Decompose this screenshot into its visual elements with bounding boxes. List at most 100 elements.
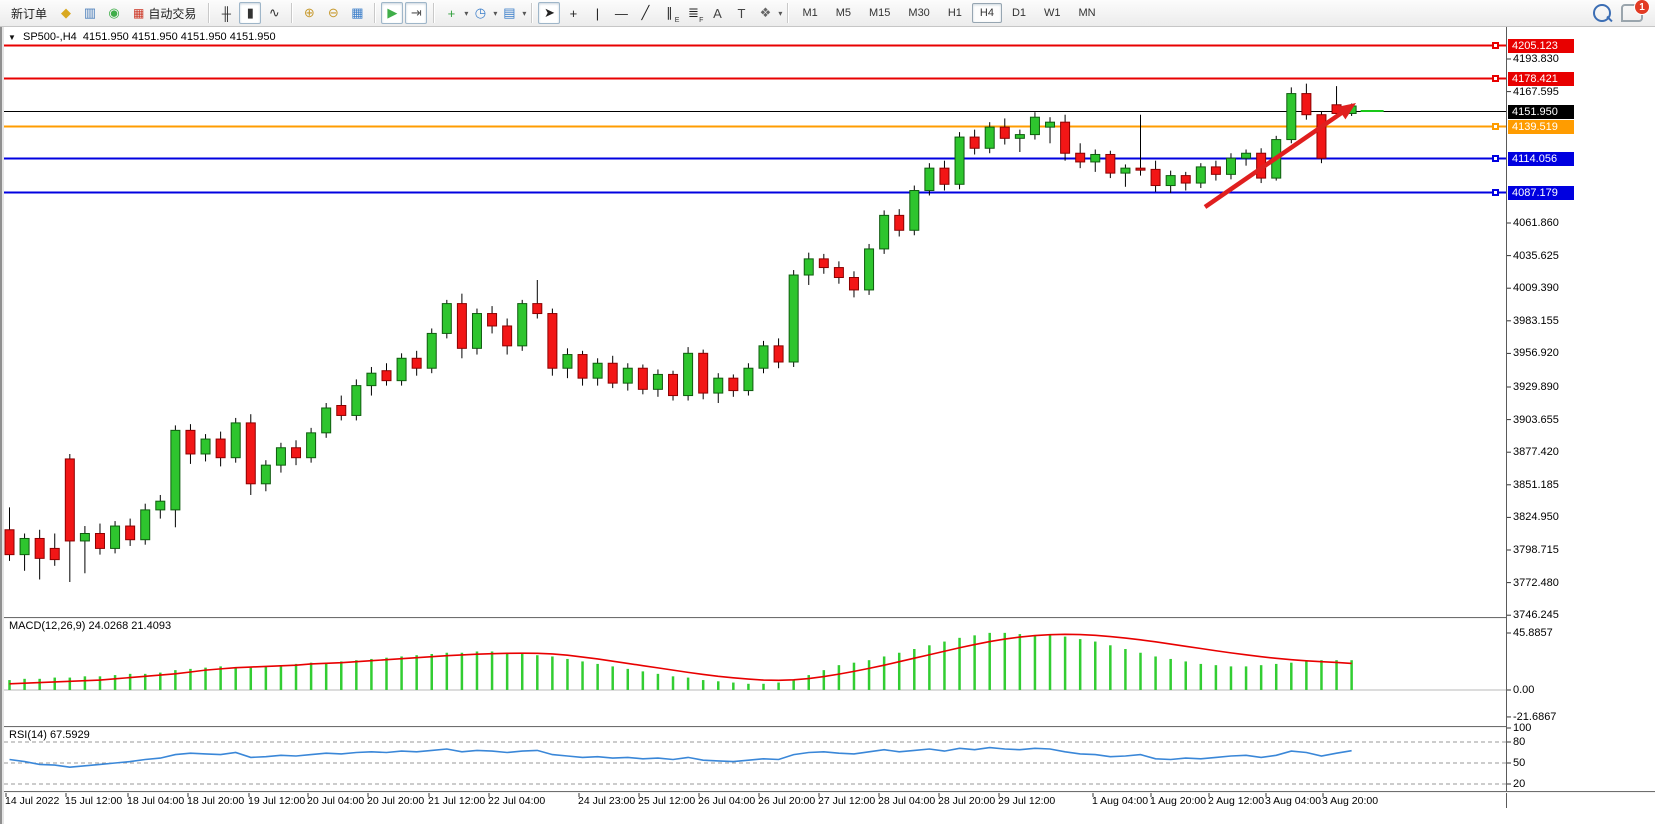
macd-histogram-bar	[792, 680, 795, 690]
symbol-dropdown-icon[interactable]: ▼	[8, 33, 16, 42]
timeframe-button-h4[interactable]: H4	[972, 3, 1002, 23]
market-watch-icon[interactable]: ▥	[79, 2, 101, 24]
macd-histogram-bar	[762, 684, 765, 690]
price-tick-label: 3877.420	[1513, 446, 1559, 458]
candle-bullish	[880, 215, 889, 249]
candle-bullish	[397, 358, 406, 380]
timeframe-button-d1[interactable]: D1	[1004, 3, 1034, 23]
cursor-icon[interactable]: ➤	[538, 2, 560, 24]
chart-shift-icon[interactable]: ⇥	[405, 2, 427, 24]
price-tick-label: 3851.185	[1513, 479, 1559, 491]
candle-bearish	[95, 533, 104, 548]
time-axis-label: 27 Jul 12:00	[818, 795, 875, 807]
trendline-icon[interactable]: ╱	[634, 2, 656, 24]
time-axis-label: 14 Jul 2022	[5, 795, 59, 807]
shapes-icon[interactable]: ❖	[754, 2, 776, 24]
macd-histogram-bar	[611, 666, 614, 690]
macd-histogram-bar	[1305, 661, 1308, 690]
candle-bearish	[382, 371, 391, 381]
candle-bearish	[895, 215, 904, 230]
vertical-line-icon[interactable]: |	[586, 2, 608, 24]
timeframe-button-mn[interactable]: MN	[1071, 3, 1104, 23]
dropdown-arrow-icon[interactable]: ▾	[464, 9, 468, 18]
notifications-chat-icon[interactable]: 1	[1621, 4, 1643, 22]
candle-bullish	[171, 430, 180, 510]
timeframe-button-m5[interactable]: M5	[828, 3, 859, 23]
candle-bullish	[593, 363, 602, 378]
macd-histogram-bar	[8, 680, 11, 690]
candle-bullish	[653, 374, 662, 389]
timeframe-button-h1[interactable]: H1	[940, 3, 970, 23]
toolbar-separator	[531, 3, 532, 23]
zoom-out-icon[interactable]: ⊖	[322, 2, 344, 24]
crosshair-icon[interactable]: +	[562, 2, 584, 24]
candle-bullish	[231, 423, 240, 458]
price-tick-label: 3746.245	[1513, 609, 1559, 621]
macd-histogram-bar	[1034, 635, 1037, 690]
fibonacci-icon[interactable]: ≣F	[682, 2, 704, 24]
bar-chart-icon[interactable]: ╫	[215, 2, 237, 24]
zoom-in-icon[interactable]: ⊕	[298, 2, 320, 24]
price-line-badge: 4087.179	[1508, 186, 1574, 200]
macd-panel-separator[interactable]	[0, 617, 1506, 618]
time-axis-label: 21 Jul 12:00	[428, 795, 485, 807]
auto-trading-button[interactable]: ▦自动交易	[126, 2, 203, 25]
candle-bearish	[608, 363, 617, 383]
equidistant-channel-icon[interactable]: ∥E	[658, 2, 680, 24]
candle-bearish	[774, 346, 783, 362]
notification-count-badge: 1	[1634, 0, 1650, 15]
candle-bearish	[849, 278, 858, 290]
auto-scroll-icon[interactable]: ▶	[381, 2, 403, 24]
candle-bearish	[1151, 169, 1160, 185]
candle-bullish	[427, 333, 436, 368]
rsi-panel-separator[interactable]	[0, 726, 1506, 727]
chart-window[interactable]: ▼ SP500-,H4 4151.950 4151.950 4151.950 4…	[0, 27, 1655, 824]
macd-histogram-bar	[1109, 645, 1112, 690]
dropdown-arrow-icon[interactable]: ▾	[778, 9, 782, 18]
macd-values: 24.0268 21.4093	[88, 620, 171, 632]
macd-histogram-bar	[1230, 666, 1233, 690]
timeframe-button-m30[interactable]: M30	[900, 3, 937, 23]
candle-bullish	[442, 304, 451, 334]
window-left-border	[0, 27, 2, 824]
price-line-badge: 4205.123	[1508, 39, 1574, 53]
timeframe-button-m15[interactable]: M15	[861, 3, 898, 23]
macd-histogram-bar	[1200, 664, 1203, 690]
candlestick-chart-icon[interactable]: ▮	[239, 2, 261, 24]
tile-windows-icon[interactable]: ▦	[346, 2, 368, 24]
candle-bullish	[156, 501, 165, 510]
hline-handle-center	[1494, 77, 1497, 80]
price-tick-label: 3798.715	[1513, 544, 1559, 556]
macd-histogram-bar	[340, 661, 343, 690]
macd-histogram-bar	[415, 655, 418, 690]
macd-histogram-bar	[868, 660, 871, 690]
time-axis-label: 20 Jul 20:00	[367, 795, 424, 807]
horizontal-line-icon[interactable]: —	[610, 2, 632, 24]
timeframe-button-w1[interactable]: W1	[1036, 3, 1069, 23]
price-line-badge: 4139.519	[1508, 120, 1574, 134]
chart-template-icon[interactable]: ▤	[498, 2, 520, 24]
candle-bullish	[1287, 94, 1296, 140]
macd-histogram-bar	[913, 649, 916, 690]
text-icon[interactable]: A	[706, 2, 728, 24]
time-axis-label: 1 Aug 04:00	[1092, 795, 1148, 807]
profiles-clock-icon[interactable]: ◷	[469, 2, 491, 24]
candle-bullish	[352, 386, 361, 416]
new-order-button[interactable]: 新订单	[4, 2, 54, 25]
text-label-icon[interactable]: T	[730, 2, 752, 24]
line-chart-icon[interactable]: ∿	[263, 2, 285, 24]
timeframe-button-m1[interactable]: M1	[794, 3, 825, 23]
candle-bearish	[5, 530, 14, 555]
new-chart-icon[interactable]: +	[440, 2, 462, 24]
price-line-badge: 4114.056	[1508, 152, 1574, 166]
dropdown-arrow-icon[interactable]: ▾	[493, 9, 497, 18]
dropdown-arrow-icon[interactable]: ▾	[522, 9, 526, 18]
macd-signal-line	[10, 634, 1352, 683]
signals-icon[interactable]: ◉	[103, 2, 125, 24]
candle-bullish	[684, 353, 693, 395]
chart-canvas[interactable]	[0, 27, 1655, 824]
search-icon[interactable]	[1593, 4, 1611, 22]
history-funnel-icon[interactable]: ◆	[55, 2, 77, 24]
toolbar-separator	[787, 3, 788, 23]
macd-histogram-bar	[23, 679, 26, 690]
